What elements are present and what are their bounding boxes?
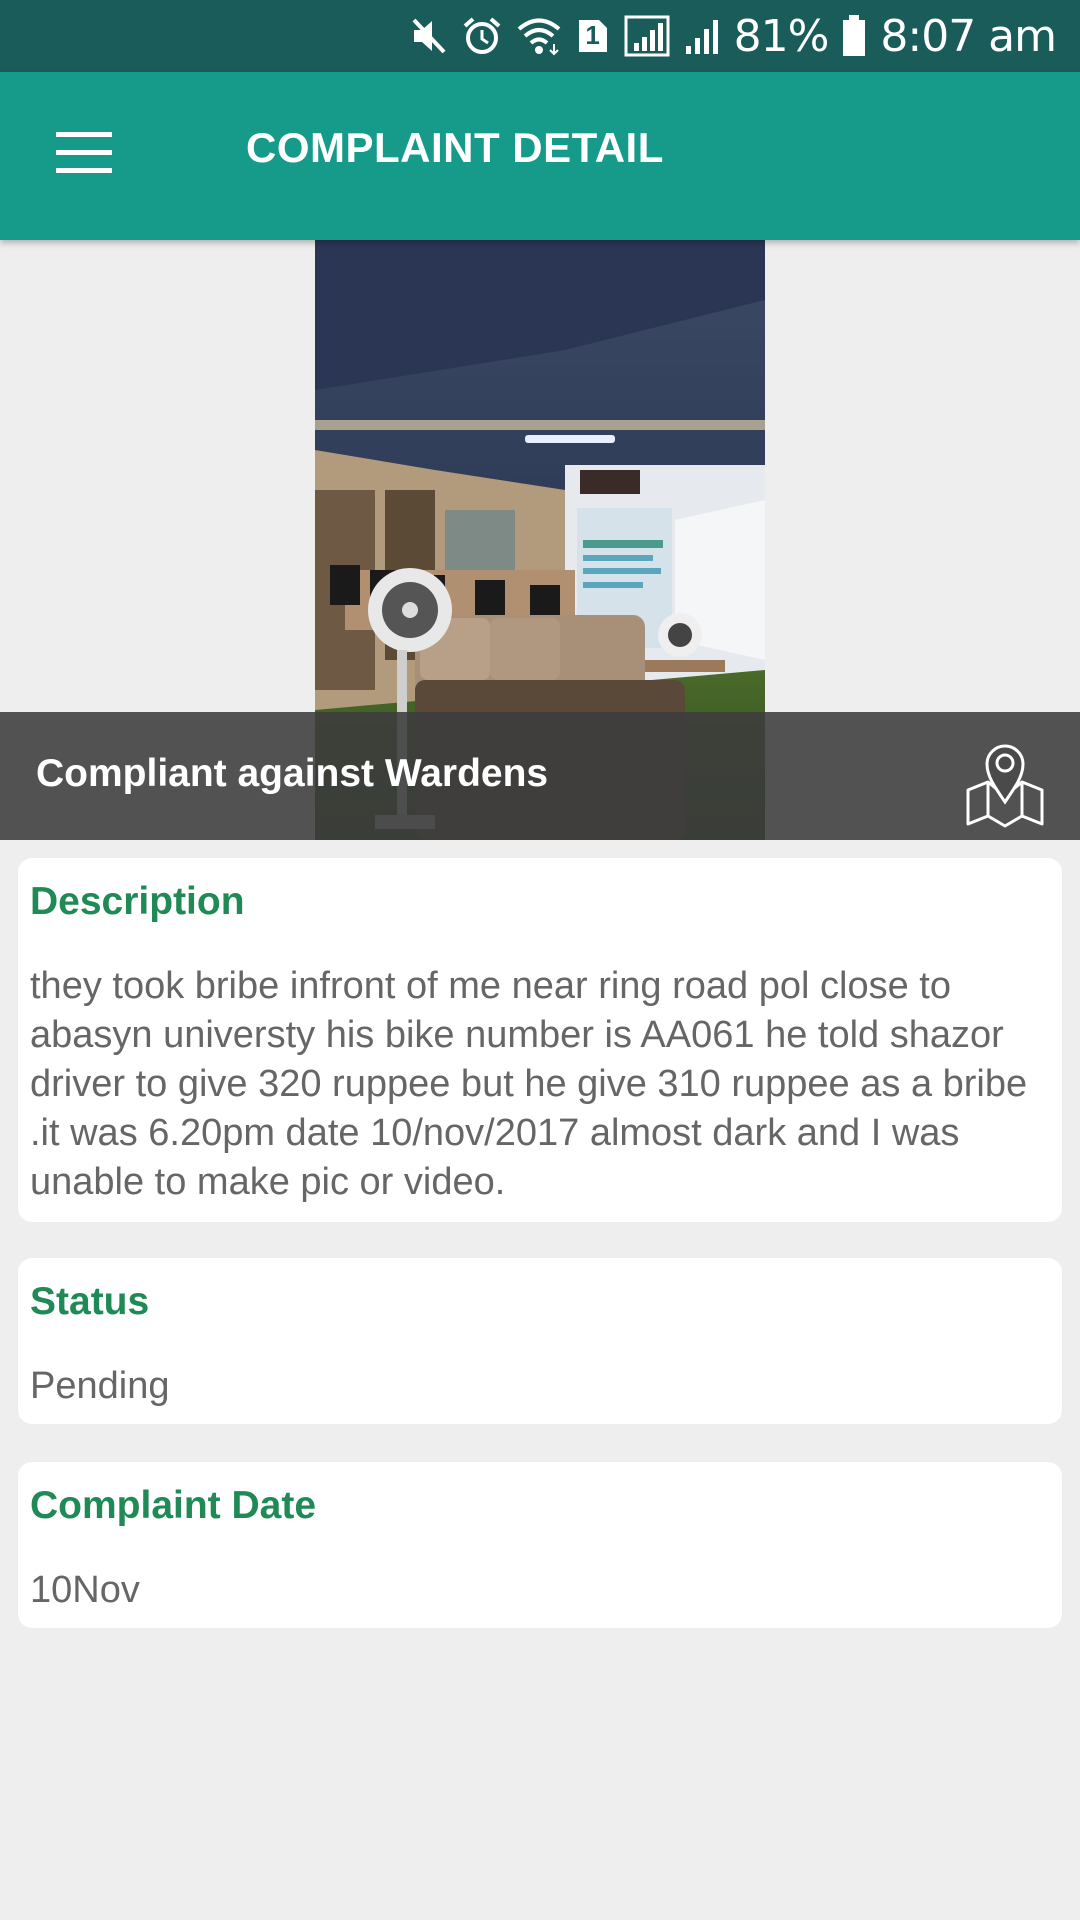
status-card: Status Pending (18, 1258, 1062, 1424)
sim-slot-label: 1 (585, 20, 600, 50)
battery-percent: 81% (733, 10, 830, 62)
description-card: Description they took bribe infront of m… (18, 858, 1062, 1222)
hamburger-menu-icon[interactable] (40, 116, 128, 188)
mute-icon (410, 16, 448, 56)
signal-icon (624, 15, 670, 57)
status-bar: 1 81% 8:07 am (0, 0, 1080, 72)
wifi-icon (516, 16, 562, 56)
clock: 8:07 am (880, 10, 1057, 62)
description-label: Description (30, 880, 245, 923)
page-title: COMPLAINT DETAIL (246, 124, 664, 171)
status-value: Pending (30, 1365, 170, 1407)
complaint-date-card: Complaint Date 10Nov (18, 1462, 1062, 1628)
status-icons: 1 81% 8:07 am (410, 0, 1057, 72)
app-bar: COMPLAINT DETAIL (0, 72, 1080, 240)
signal-icon (684, 16, 720, 56)
hero-caption-bar: Compliant against Wardens (0, 712, 1080, 840)
description-text: they took bribe infront of me near ring … (30, 965, 1028, 1203)
alarm-icon (462, 16, 502, 56)
sim-icon: 1 (576, 17, 610, 55)
complaint-title: Compliant against Wardens (36, 752, 549, 795)
complaint-date-value: 10Nov (30, 1569, 140, 1611)
battery-icon (842, 15, 866, 57)
status-label: Status (30, 1280, 150, 1323)
complaint-date-label: Complaint Date (30, 1484, 317, 1527)
map-location-icon[interactable] (964, 734, 1046, 828)
complaint-hero: Compliant against Wardens (0, 240, 1080, 840)
